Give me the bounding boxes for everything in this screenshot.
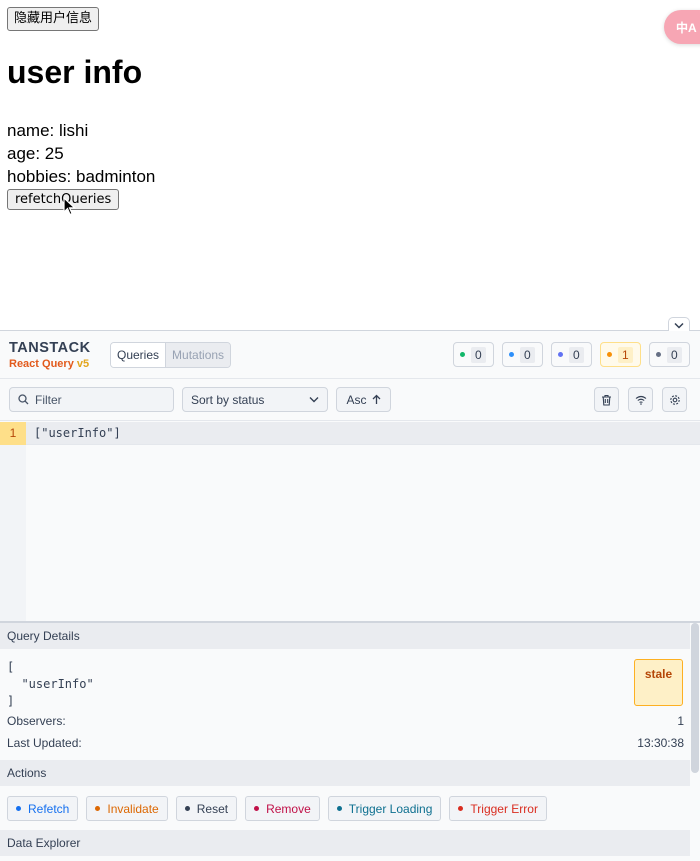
status-dot-icon <box>607 352 612 357</box>
status-counts: 0 0 0 1 0 <box>453 342 690 367</box>
status-badge: stale <box>634 659 683 706</box>
status-dot-icon <box>656 352 661 357</box>
brand-version: v5 <box>76 358 90 370</box>
actions-row: Refetch Invalidate Reset Remove Trigger … <box>7 796 547 821</box>
query-details-panel: Query Details [ "userInfo" ] stale Obser… <box>0 621 700 861</box>
query-key: ["userInfo"] <box>34 426 121 440</box>
invalidate-button[interactable]: Invalidate <box>86 796 168 821</box>
sort-order-label: Asc <box>346 392 367 407</box>
user-hobbies-text: hobbies: badminton <box>7 167 156 186</box>
user-name-text: name: lishi <box>7 121 89 140</box>
devtools-toolbar: Sort by status Asc <box>0 379 700 421</box>
action-label: Remove <box>266 801 311 816</box>
search-icon <box>18 394 29 405</box>
trigger-loading-button[interactable]: Trigger Loading <box>327 796 442 821</box>
count-column <box>0 445 26 621</box>
chevron-down-icon <box>309 397 319 403</box>
observers-label: Observers: <box>7 714 66 728</box>
action-dot-icon <box>458 806 464 811</box>
actions-header: Actions <box>0 760 690 786</box>
count-fetching[interactable]: 0 <box>502 342 543 367</box>
devtools-header: TANSTACK React Query v5 Queries Mutation… <box>0 331 700 379</box>
count-value: 1 <box>618 346 633 363</box>
sort-selected-value: Sort by status <box>191 392 265 407</box>
count-stale[interactable]: 1 <box>600 342 641 367</box>
tab-queries[interactable]: Queries <box>111 343 166 367</box>
filter-input[interactable] <box>35 392 165 407</box>
observers-row: Observers: 1 <box>7 714 684 728</box>
app-area: 隐藏用户信息 user info name: lishi age: 25 hob… <box>0 0 700 330</box>
action-label: Trigger Loading <box>348 801 433 816</box>
tab-mutations[interactable]: Mutations <box>165 343 231 367</box>
count-inactive[interactable]: 0 <box>649 342 690 367</box>
arrow-up-icon <box>372 394 380 404</box>
action-dot-icon <box>95 806 101 811</box>
count-value: 0 <box>569 346 584 363</box>
clear-cache-button[interactable] <box>594 387 619 412</box>
filter-field[interactable] <box>9 387 174 412</box>
hide-user-info-button[interactable]: 隐藏用户信息 <box>7 7 100 31</box>
refetch-button[interactable]: Refetch <box>7 796 79 821</box>
action-label: Reset <box>196 801 229 816</box>
observers-value: 1 <box>677 714 684 728</box>
count-value: 0 <box>520 346 535 363</box>
count-fresh[interactable]: 0 <box>453 342 494 367</box>
offline-toggle-button[interactable] <box>628 387 653 412</box>
translate-extension-button[interactable]: 中A <box>664 10 700 44</box>
query-key-code: [ "userInfo" ] <box>7 660 94 708</box>
action-label: Trigger Error <box>470 801 538 816</box>
last-updated-value: 13:30:38 <box>637 736 684 750</box>
reset-button[interactable]: Reset <box>175 796 238 821</box>
action-dot-icon <box>16 806 21 811</box>
trigger-error-button[interactable]: Trigger Error <box>449 796 547 821</box>
chevron-down-icon <box>674 322 684 329</box>
brand-product: React Query <box>9 358 74 370</box>
last-updated-row: Last Updated: 13:30:38 <box>7 736 684 750</box>
remove-button[interactable]: Remove <box>245 796 320 821</box>
action-dot-icon <box>336 806 342 811</box>
query-details-header: Query Details <box>0 623 690 649</box>
count-paused[interactable]: 0 <box>551 342 592 367</box>
user-age-text: age: 25 <box>7 144 64 163</box>
action-dot-icon <box>184 806 190 811</box>
action-label: Invalidate <box>107 801 159 816</box>
status-dot-icon <box>558 352 563 357</box>
action-label: Refetch <box>28 801 70 816</box>
page-title: user info <box>7 54 143 90</box>
settings-button[interactable] <box>662 387 687 412</box>
gear-icon <box>669 394 680 405</box>
trash-icon <box>602 394 611 406</box>
query-list-empty-area <box>0 445 700 621</box>
wifi-icon <box>635 395 646 405</box>
mouse-cursor-icon <box>63 197 77 216</box>
brand-tanstack[interactable]: TANSTACK <box>9 340 91 356</box>
status-dot-icon <box>509 352 514 357</box>
action-dot-icon <box>254 806 260 811</box>
sort-select[interactable]: Sort by status <box>182 387 328 412</box>
count-value: 0 <box>471 346 486 363</box>
sort-order-button[interactable]: Asc <box>336 387 391 412</box>
view-tabs: Queries Mutations <box>110 342 232 368</box>
react-query-devtools-panel: TANSTACK React Query v5 Queries Mutation… <box>0 317 700 861</box>
brand-react-query: React Query v5 <box>9 358 89 370</box>
observer-count: 1 <box>0 421 26 445</box>
translate-icon: 中A <box>676 20 697 35</box>
status-dot-icon <box>460 352 465 357</box>
query-row[interactable]: 1 ["userInfo"] <box>0 421 700 445</box>
last-updated-label: Last Updated: <box>7 736 82 750</box>
count-value: 0 <box>667 346 682 363</box>
details-scrollbar[interactable] <box>691 623 699 773</box>
data-explorer-header: Data Explorer <box>0 830 690 856</box>
